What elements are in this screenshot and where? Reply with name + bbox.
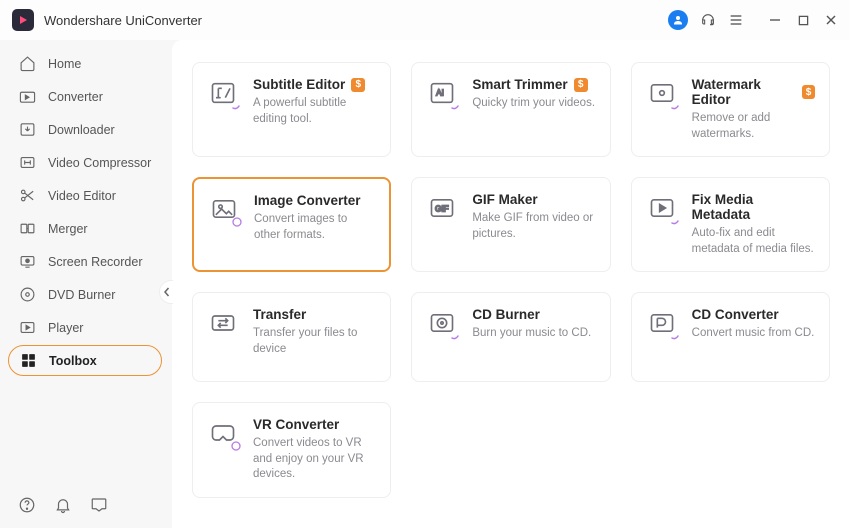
card-smart-trimmer[interactable]: AI Smart Trimmer $ Quicky trim your vide… [411, 62, 610, 157]
merger-icon [18, 220, 36, 238]
cd-converter-icon [646, 307, 678, 339]
feedback-icon[interactable] [90, 496, 108, 514]
notifications-icon[interactable] [54, 496, 72, 514]
transfer-icon [207, 307, 239, 339]
sidebar-item-label: Video Compressor [48, 156, 151, 170]
compressor-icon [18, 154, 36, 172]
sidebar-item-merger[interactable]: Merger [8, 213, 162, 244]
sidebar-item-label: Converter [48, 90, 103, 104]
card-title: Watermark Editor [692, 77, 796, 107]
card-desc: Convert videos to VR and enjoy on your V… [253, 436, 376, 483]
player-icon [18, 319, 36, 337]
vr-converter-icon [207, 417, 239, 449]
svg-text:GIF: GIF [435, 205, 449, 214]
card-cd-burner[interactable]: CD Burner Burn your music to CD. [411, 292, 610, 382]
sidebar-item-label: DVD Burner [48, 288, 115, 302]
download-icon [18, 121, 36, 139]
support-icon[interactable] [700, 12, 716, 28]
sidebar-item-dvd-burner[interactable]: DVD Burner [8, 279, 162, 310]
app-logo [12, 9, 34, 31]
menu-icon[interactable] [728, 12, 744, 28]
sidebar-item-label: Merger [48, 222, 88, 236]
converter-icon [18, 88, 36, 106]
card-fix-media-metadata[interactable]: Fix Media Metadata Auto-fix and edit met… [631, 177, 830, 272]
card-title: Subtitle Editor [253, 77, 345, 92]
metadata-icon [646, 192, 678, 224]
sidebar-item-video-compressor[interactable]: Video Compressor [8, 147, 162, 178]
card-title: Smart Trimmer [472, 77, 567, 92]
watermark-editor-icon [646, 77, 678, 109]
sidebar-item-toolbox[interactable]: Toolbox [8, 345, 162, 376]
pro-badge: $ [351, 78, 365, 92]
card-desc: Convert images to other formats. [254, 212, 375, 243]
disc-icon [18, 286, 36, 304]
card-desc: Convert music from CD. [692, 326, 815, 342]
main-content: Subtitle Editor $ A powerful subtitle ed… [172, 40, 850, 528]
card-title: Fix Media Metadata [692, 192, 815, 222]
svg-text:AI: AI [436, 88, 444, 97]
sidebar-item-label: Downloader [48, 123, 115, 137]
card-desc: A powerful subtitle editing tool. [253, 96, 376, 127]
close-button[interactable] [824, 13, 838, 27]
minimize-button[interactable] [768, 13, 782, 27]
card-title: Transfer [253, 307, 306, 322]
card-title: CD Burner [472, 307, 540, 322]
maximize-button[interactable] [796, 13, 810, 27]
sidebar-item-label: Screen Recorder [48, 255, 143, 269]
sidebar-item-player[interactable]: Player [8, 312, 162, 343]
card-cd-converter[interactable]: CD Converter Convert music from CD. [631, 292, 830, 382]
sidebar-item-screen-recorder[interactable]: Screen Recorder [8, 246, 162, 277]
sidebar-item-label: Toolbox [49, 354, 97, 368]
pro-badge: $ [574, 78, 588, 92]
card-desc: Remove or add watermarks. [692, 111, 815, 142]
card-watermark-editor[interactable]: Watermark Editor $ Remove or add waterma… [631, 62, 830, 157]
sidebar-item-label: Home [48, 57, 81, 71]
sidebar-item-home[interactable]: Home [8, 48, 162, 79]
help-icon[interactable] [18, 496, 36, 514]
card-title: GIF Maker [472, 192, 537, 207]
titlebar: Wondershare UniConverter [0, 0, 850, 40]
sidebar-item-video-editor[interactable]: Video Editor [8, 180, 162, 211]
sidebar-item-converter[interactable]: Converter [8, 81, 162, 112]
card-desc: Burn your music to CD. [472, 326, 591, 342]
cd-burner-icon [426, 307, 458, 339]
card-desc: Auto-fix and edit metadata of media file… [692, 226, 815, 257]
card-title: Image Converter [254, 193, 361, 208]
card-title: VR Converter [253, 417, 339, 432]
account-icon[interactable] [668, 10, 688, 30]
scissors-icon [18, 187, 36, 205]
toolbox-icon [19, 352, 37, 370]
home-icon [18, 55, 36, 73]
card-title: CD Converter [692, 307, 779, 322]
pro-badge: $ [802, 85, 815, 99]
card-desc: Make GIF from video or pictures. [472, 211, 595, 242]
gif-maker-icon: GIF [426, 192, 458, 224]
card-vr-converter[interactable]: VR Converter Convert videos to VR and en… [192, 402, 391, 498]
card-desc: Quicky trim your videos. [472, 96, 595, 112]
card-gif-maker[interactable]: GIF GIF Maker Make GIF from video or pic… [411, 177, 610, 272]
titlebar-actions [668, 10, 838, 30]
sidebar: Home Converter Downloader Video Compress… [0, 40, 172, 528]
image-converter-icon [208, 193, 240, 225]
card-transfer[interactable]: Transfer Transfer your files to device [192, 292, 391, 382]
sidebar-item-downloader[interactable]: Downloader [8, 114, 162, 145]
subtitle-editor-icon [207, 77, 239, 109]
card-image-converter[interactable]: Image Converter Convert images to other … [192, 177, 391, 272]
recorder-icon [18, 253, 36, 271]
sidebar-item-label: Player [48, 321, 83, 335]
card-desc: Transfer your files to device [253, 326, 376, 357]
toolbox-grid: Subtitle Editor $ A powerful subtitle ed… [192, 62, 830, 498]
sidebar-item-label: Video Editor [48, 189, 116, 203]
smart-trimmer-icon: AI [426, 77, 458, 109]
card-subtitle-editor[interactable]: Subtitle Editor $ A powerful subtitle ed… [192, 62, 391, 157]
app-title: Wondershare UniConverter [44, 13, 202, 28]
